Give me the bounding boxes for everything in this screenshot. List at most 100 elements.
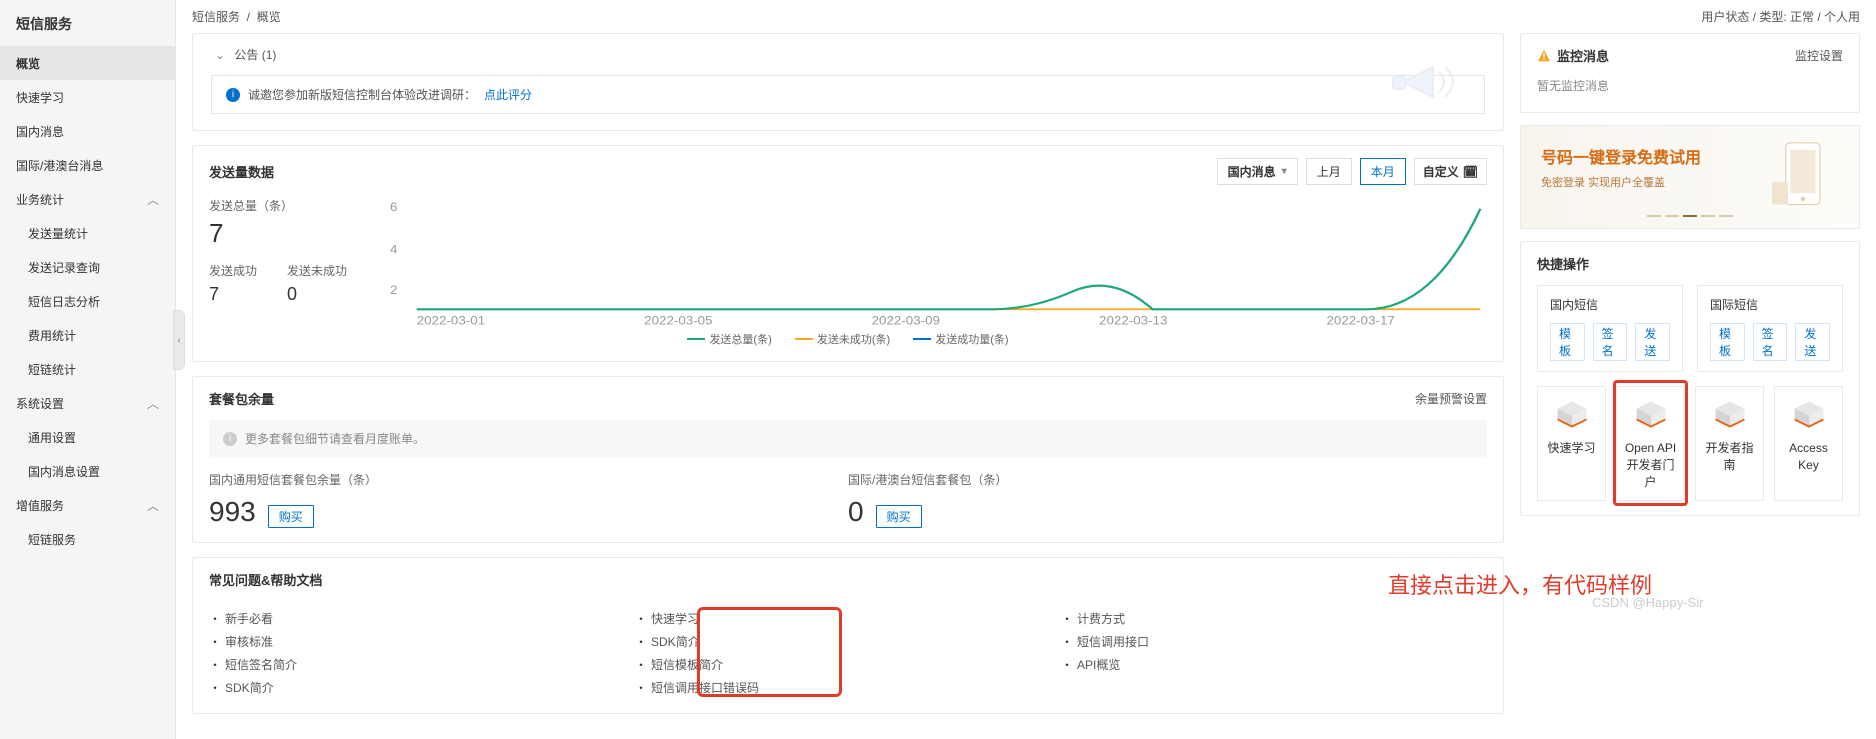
- quick-btn-devguide[interactable]: 开发者指南: [1695, 386, 1764, 501]
- quick-intl-box: 国际短信 模板 签名 发送: [1697, 285, 1843, 372]
- send-data-card: 发送量数据 国内消息 ▾ 上月 本月 自定义 🗓︎: [192, 145, 1504, 362]
- stat-total-label: 发送总量（条）: [209, 197, 374, 214]
- cube-icon: [1633, 399, 1669, 429]
- faq-link[interactable]: 快速学习: [635, 607, 1061, 630]
- calendar-icon: 🗓︎: [1463, 165, 1478, 179]
- announcement-panel: ⌄ 公告 (1) i 诚邀您参加新版短信控制台体验改进调研： 点此评分: [192, 33, 1504, 131]
- faq-link[interactable]: 计费方式: [1061, 607, 1487, 630]
- svg-text:2: 2: [390, 284, 397, 297]
- faq-link[interactable]: SDK简介: [209, 676, 635, 699]
- tag-signature[interactable]: 签名: [1593, 323, 1628, 361]
- announcement-text: 诚邀您参加新版短信控制台体验改进调研：: [248, 86, 476, 103]
- sidebar-item-intl[interactable]: 国际/港澳台消息: [0, 148, 175, 182]
- quick-actions-card: 快捷操作 国内短信 模板 签名 发送: [1520, 241, 1860, 516]
- package-notice: i 更多套餐包细节请查看月度账单。: [209, 420, 1487, 457]
- sidebar-item-stats[interactable]: 业务统计︿: [0, 182, 175, 216]
- quota-alert-link[interactable]: 余量预警设置: [1415, 390, 1487, 407]
- data-controls: 国内消息 ▾ 上月 本月 自定义 🗓︎: [1217, 158, 1487, 185]
- tag-template[interactable]: 模板: [1550, 323, 1585, 361]
- svg-text:2022-03-09: 2022-03-09: [872, 314, 940, 327]
- quick-dom-box: 国内短信 模板 签名 发送: [1537, 285, 1683, 372]
- faq-link[interactable]: API概览: [1061, 653, 1487, 676]
- sidebar-sub-sms-log[interactable]: 短信日志分析: [0, 284, 175, 318]
- pkg-intl-value: 0: [848, 496, 864, 528]
- sidebar-title: 短信服务: [0, 0, 175, 46]
- quick-btn-learn[interactable]: 快速学习: [1537, 386, 1606, 501]
- sidebar-item-overview[interactable]: 概览: [0, 46, 175, 80]
- sidebar-sub-send-log[interactable]: 发送记录查询: [0, 250, 175, 284]
- phone-icon: [1759, 136, 1849, 216]
- chevron-up-icon: ︿: [147, 191, 159, 208]
- sidebar-item-vas[interactable]: 增值服务︿: [0, 488, 175, 522]
- sidebar-sub-cost[interactable]: 费用统计: [0, 318, 175, 352]
- monitor-settings-link[interactable]: 监控设置: [1795, 47, 1843, 64]
- chevron-up-icon: ︿: [147, 497, 159, 514]
- watermark: CSDN @Happy-Sir: [1592, 595, 1703, 610]
- info-icon: i: [226, 88, 240, 102]
- faq-link[interactable]: 短信调用接口错误码: [635, 676, 1061, 699]
- announcement-link[interactable]: 点此评分: [484, 86, 532, 103]
- promo-banner[interactable]: 号码一键登录免费试用 免密登录 实现用户全覆盖: [1520, 125, 1860, 229]
- tag-send[interactable]: 发送: [1795, 323, 1830, 361]
- warning-icon: [1537, 49, 1551, 63]
- cur-month-button[interactable]: 本月: [1360, 158, 1406, 185]
- faq-link[interactable]: 短信调用接口: [1061, 630, 1487, 653]
- custom-range-button[interactable]: 自定义 🗓︎: [1414, 158, 1487, 185]
- legend-swatch-succ: [913, 338, 931, 340]
- quick-btn-accesskey[interactable]: Access Key: [1774, 386, 1843, 501]
- svg-text:6: 6: [390, 201, 397, 214]
- sidebar: 短信服务 概览 快速学习 国内消息 国际/港澳台消息 业务统计︿ 发送量统计 发…: [0, 0, 176, 739]
- user-status: 用户状态 / 类型: 正常 / 个人用: [1701, 8, 1860, 25]
- chevron-up-icon: ︿: [147, 395, 159, 412]
- caret-down-icon: ▾: [1282, 166, 1287, 177]
- package-card: 套餐包余量 余量预警设置 i 更多套餐包细节请查看月度账单。 国内通用短信套餐包…: [192, 376, 1504, 543]
- announcement-item: i 诚邀您参加新版短信控制台体验改进调研： 点此评分: [211, 75, 1485, 114]
- stat-fail-value: 0: [287, 285, 347, 303]
- prev-month-button[interactable]: 上月: [1306, 158, 1352, 185]
- monitor-empty: 暂无监控消息: [1521, 77, 1859, 112]
- faq-link[interactable]: 审核标准: [209, 630, 635, 653]
- sidebar-sub-shortlink-stats[interactable]: 短链统计: [0, 352, 175, 386]
- announcement-toggle[interactable]: ⌄ 公告 (1): [193, 34, 1503, 75]
- breadcrumb: 短信服务 / 概览: [192, 8, 281, 25]
- pkg-dom-value: 993: [209, 496, 256, 528]
- tag-send[interactable]: 发送: [1635, 323, 1670, 361]
- faq-link[interactable]: 短信签名简介: [209, 653, 635, 676]
- quick-btn-openapi[interactable]: Open API开发者门户: [1616, 386, 1685, 501]
- region-select[interactable]: 国内消息 ▾: [1217, 158, 1298, 185]
- sidebar-item-settings[interactable]: 系统设置︿: [0, 386, 175, 420]
- faq-link[interactable]: 短信模板简介: [635, 653, 1061, 676]
- chart-legend: 发送总量(条) 发送未成功(条) 发送成功量(条): [209, 331, 1487, 347]
- topbar: 短信服务 / 概览 用户状态 / 类型: 正常 / 个人用: [176, 0, 1876, 33]
- legend-swatch-fail: [795, 338, 813, 340]
- cube-icon: [1791, 399, 1827, 429]
- svg-text:2022-03-01: 2022-03-01: [417, 314, 485, 327]
- svg-text:2022-03-17: 2022-03-17: [1326, 314, 1394, 327]
- card-title: 套餐包余量: [209, 389, 274, 408]
- tag-signature[interactable]: 签名: [1753, 323, 1788, 361]
- sidebar-sub-shortlink[interactable]: 短链服务: [0, 522, 175, 556]
- sidebar-sub-general[interactable]: 通用设置: [0, 420, 175, 454]
- svg-text:2022-03-13: 2022-03-13: [1099, 314, 1167, 327]
- card-title: 发送量数据: [209, 162, 274, 181]
- sidebar-sub-send-stats[interactable]: 发送量统计: [0, 216, 175, 250]
- breadcrumb-root[interactable]: 短信服务: [192, 10, 240, 24]
- breadcrumb-current: 概览: [257, 10, 281, 24]
- buy-dom-button[interactable]: 购买: [268, 505, 314, 528]
- faq-card: 常见问题&帮助文档 新手必看 审核标准 短信签名简介 SDK简介 快速学习: [192, 557, 1504, 714]
- faq-link[interactable]: 新手必看: [209, 607, 635, 630]
- info-icon: i: [223, 432, 237, 446]
- faq-link[interactable]: SDK简介: [635, 630, 1061, 653]
- card-title: 常见问题&帮助文档: [209, 570, 322, 589]
- stat-succ-value: 7: [209, 285, 257, 303]
- carousel-dots[interactable]: [1521, 209, 1859, 220]
- cube-icon: [1712, 399, 1748, 429]
- svg-text:4: 4: [390, 243, 397, 256]
- sidebar-item-quickstart[interactable]: 快速学习: [0, 80, 175, 114]
- stat-fail-label: 发送未成功: [287, 262, 347, 279]
- sidebar-item-domestic[interactable]: 国内消息: [0, 114, 175, 148]
- sidebar-sub-dom-setting[interactable]: 国内消息设置: [0, 454, 175, 488]
- buy-intl-button[interactable]: 购买: [876, 505, 922, 528]
- card-title: 快捷操作: [1537, 254, 1589, 273]
- tag-template[interactable]: 模板: [1710, 323, 1745, 361]
